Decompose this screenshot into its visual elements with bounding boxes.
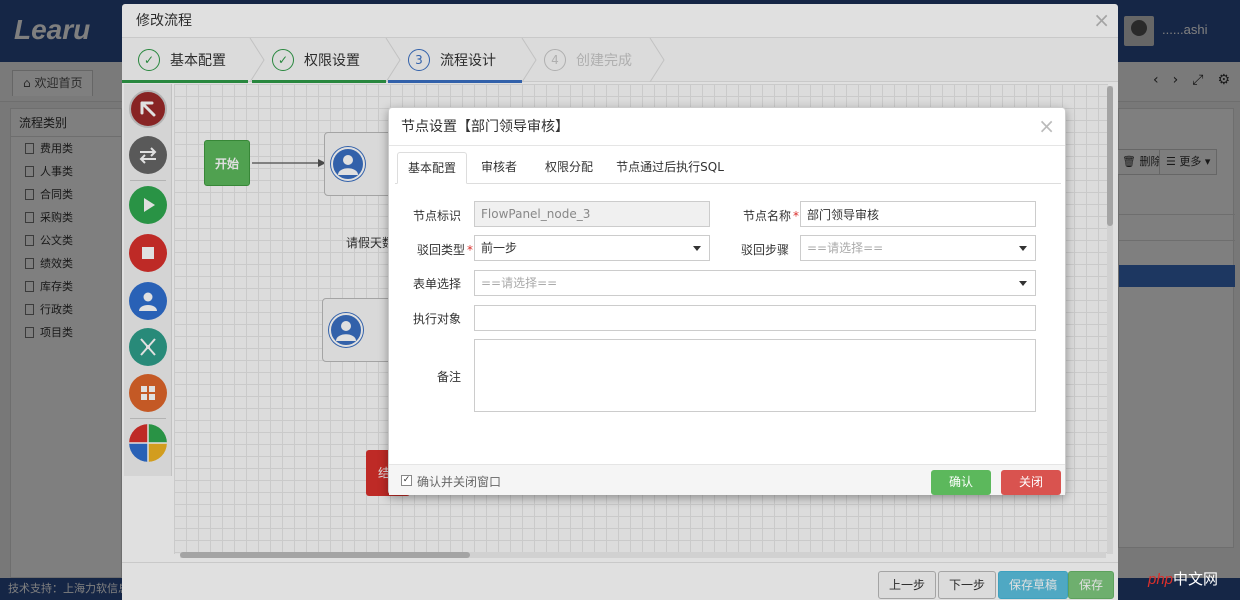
- dialog-title: 节点设置【部门领导审核】: [389, 108, 1065, 146]
- node-name-label-text: 节点名称: [742, 209, 791, 223]
- reject-step-select[interactable]: ==请选择==: [800, 235, 1036, 261]
- watermark-text: 中文网: [1173, 571, 1219, 588]
- remark-label: 备注: [436, 370, 461, 384]
- tab-reviewers[interactable]: 审核者: [475, 152, 523, 184]
- watermark: php中文网: [1148, 568, 1218, 589]
- reject-type-value: 前一步: [481, 241, 518, 255]
- close-icon[interactable]: ×: [1038, 114, 1055, 138]
- node-id-label: 节点标识: [412, 209, 461, 223]
- reject-type-select[interactable]: 前一步: [474, 235, 710, 261]
- dialog-tabs: 基本配置 审核者 权限分配 节点通过后执行SQL: [395, 152, 1061, 184]
- node-name-label: 节点名称 *: [729, 207, 799, 224]
- form-select[interactable]: ==请选择==: [474, 270, 1036, 296]
- node-name-input[interactable]: [800, 201, 1036, 227]
- confirm-close-label[interactable]: 确认并关闭窗口: [417, 473, 501, 490]
- tab-basic-config[interactable]: 基本配置: [397, 152, 467, 184]
- form-select-value: ==请选择==: [481, 276, 558, 290]
- node-id-input[interactable]: [474, 201, 710, 227]
- executor-label: 执行对象: [412, 312, 461, 326]
- confirm-button[interactable]: 确认: [931, 470, 991, 495]
- required-mark: *: [793, 209, 799, 223]
- node-settings-dialog: 节点设置【部门领导审核】 × 基本配置 审核者 权限分配 节点通过后执行SQL …: [388, 107, 1066, 495]
- caret-down-icon: [693, 246, 701, 251]
- dialog-footer: ✓ 确认并关闭窗口 确认 关闭: [389, 464, 1065, 495]
- tab-permissions[interactable]: 权限分配: [535, 152, 603, 184]
- reject-type-label-text: 驳回类型: [416, 243, 465, 257]
- reject-type-label: 驳回类型 *: [403, 241, 473, 258]
- form-select-label: 表单选择: [412, 277, 461, 291]
- caret-down-icon: [1019, 246, 1027, 251]
- caret-down-icon: [1019, 281, 1027, 286]
- tab-post-sql[interactable]: 节点通过后执行SQL: [613, 152, 727, 184]
- reject-step-label: 驳回步骤: [740, 243, 789, 257]
- reject-step-value: ==请选择==: [807, 241, 884, 255]
- executor-input[interactable]: [474, 305, 1036, 331]
- confirm-close-checkbox[interactable]: ✓: [401, 475, 412, 486]
- watermark-php: php: [1148, 571, 1174, 588]
- remark-textarea[interactable]: [474, 339, 1036, 412]
- close-button[interactable]: 关闭: [1001, 470, 1061, 495]
- required-mark: *: [467, 243, 473, 257]
